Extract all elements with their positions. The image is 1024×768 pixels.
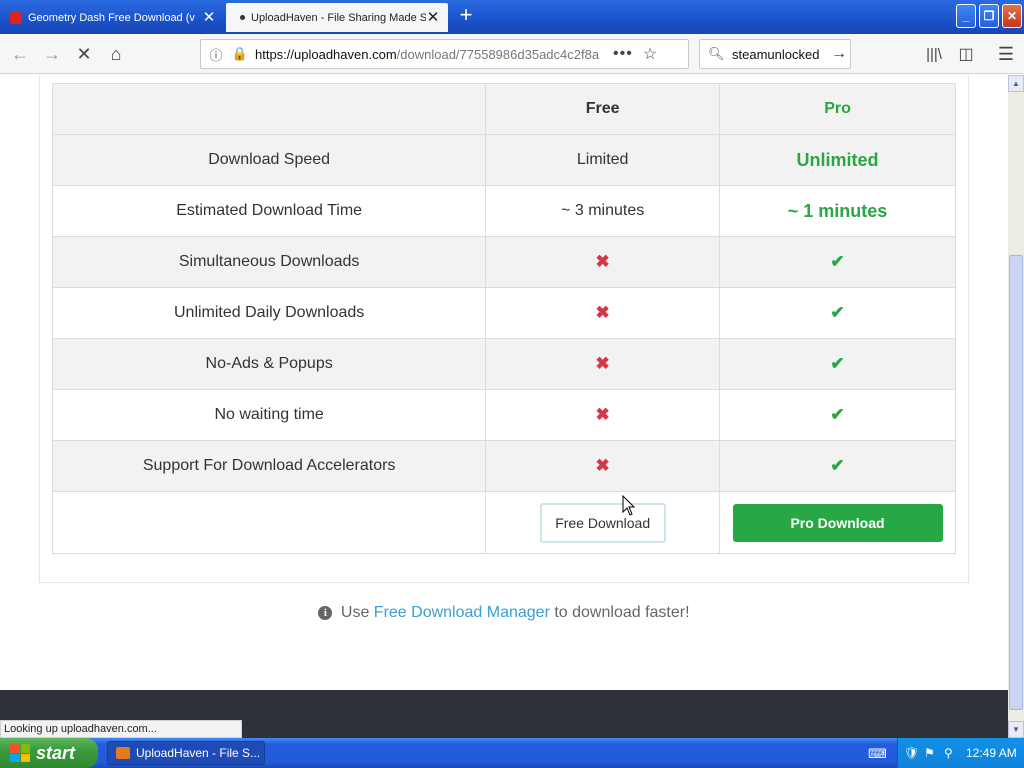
- clock: 12:49 AM: [966, 746, 1017, 760]
- search-input[interactable]: 🔍︎ steamunlocked →: [699, 39, 851, 69]
- maximize-window-button[interactable]: ❐: [979, 4, 999, 28]
- page-scrollbar[interactable]: ▲ ▼: [1008, 75, 1024, 738]
- check-icon: ✔: [719, 440, 956, 492]
- start-label: start: [36, 742, 76, 763]
- pdf-favicon-icon: [10, 11, 22, 24]
- start-button[interactable]: start: [0, 738, 98, 768]
- pro-value: Unlimited: [719, 134, 956, 186]
- header-free: Free: [485, 83, 721, 135]
- lock-icon[interactable]: 🔒: [231, 46, 249, 62]
- table-row: Download Speed Limited Unlimited: [51, 134, 956, 186]
- bookmark-star-icon[interactable]: ☆: [643, 44, 657, 64]
- table-row: Simultaneous Downloads ✖ ✔: [51, 236, 956, 288]
- page-content: Free Pro Download Speed Limited Unlimite…: [0, 75, 1008, 690]
- tab-geometry-dash[interactable]: Geometry Dash Free Download (v ✕: [2, 3, 224, 32]
- check-icon: ✔: [719, 338, 956, 390]
- search-tray-icon[interactable]: ⚲: [944, 746, 958, 760]
- free-download-manager-link[interactable]: Free Download Manager: [374, 604, 550, 621]
- pro-value: ~ 1 minutes: [719, 185, 956, 237]
- close-tab-icon[interactable]: ✕: [202, 10, 216, 25]
- table-header-row: Free Pro: [51, 83, 956, 135]
- feature-label: Simultaneous Downloads: [51, 236, 487, 288]
- home-icon[interactable]: ⌂: [102, 40, 130, 68]
- free-download-button[interactable]: Free Download: [539, 502, 666, 543]
- library-icon[interactable]: |||\: [920, 40, 948, 68]
- scroll-thumb[interactable]: [1009, 255, 1023, 710]
- url-text[interactable]: https://uploadhaven.com/download/7755898…: [255, 47, 605, 62]
- forward-arrow-icon[interactable]: →: [38, 40, 66, 68]
- status-bar-text: Looking up uploadhaven.com...: [0, 720, 242, 738]
- address-bar[interactable]: ⓘ 🔒 https://uploadhaven.com/download/775…: [200, 39, 689, 69]
- table-row: Estimated Download Time ~ 3 minutes ~ 1 …: [51, 185, 956, 237]
- check-icon: ✔: [719, 389, 956, 441]
- close-tab-icon[interactable]: ✕: [426, 10, 440, 25]
- note-prefix: Use: [340, 604, 370, 621]
- close-window-button[interactable]: ✕: [1002, 4, 1022, 28]
- new-tab-plus-icon[interactable]: +: [455, 4, 477, 28]
- navigation-toolbar: ← → ✕ ⌂ ⓘ 🔒 https://uploadhaven.com/down…: [0, 34, 1024, 74]
- feature-label: Estimated Download Time: [51, 185, 487, 237]
- taskbar-window-button[interactable]: UploadHaven - File S...: [107, 741, 265, 765]
- search-icon: 🔍︎: [708, 46, 725, 61]
- scroll-up-arrow-icon[interactable]: ▲: [1008, 75, 1024, 92]
- feature-label: Download Speed: [51, 134, 487, 186]
- hamburger-menu-icon[interactable]: ☰: [992, 40, 1020, 68]
- empty-cell: [51, 491, 487, 554]
- table-row: No waiting time ✖ ✔: [51, 389, 956, 441]
- tab-label: UploadHaven - File Sharing Made S: [251, 11, 426, 24]
- loading-dot-icon: [240, 15, 245, 20]
- tab-uploadhaven[interactable]: UploadHaven - File Sharing Made S ✕: [226, 3, 448, 32]
- system-tray: 🛡 ⚑ ⚲ 12:49 AM: [897, 738, 1024, 768]
- free-download-cell: Free Download: [485, 491, 721, 554]
- windows-logo-icon: [10, 744, 30, 762]
- check-icon: ✔: [719, 236, 956, 288]
- stop-loading-icon[interactable]: ✕: [70, 40, 98, 68]
- windows-taskbar: start UploadHaven - File S... ⌨ 🛡 ⚑ ⚲ 12…: [0, 738, 1024, 768]
- feature-label: Support For Download Accelerators: [51, 440, 487, 492]
- header-pro: Pro: [719, 83, 956, 135]
- free-value: Limited: [485, 134, 721, 186]
- check-icon: ✔: [719, 287, 956, 339]
- note-suffix: to download faster!: [554, 604, 690, 621]
- table-row: No-Ads & Popups ✖ ✔: [51, 338, 956, 390]
- back-arrow-icon[interactable]: ←: [6, 40, 34, 68]
- cross-icon: ✖: [485, 236, 721, 288]
- taskbar-window-label: UploadHaven - File S...: [136, 746, 261, 760]
- header-empty-cell: [51, 83, 487, 135]
- cross-icon: ✖: [485, 338, 721, 390]
- page-actions-menu-icon[interactable]: •••: [613, 45, 633, 63]
- table-row: Support For Download Accelerators ✖ ✔: [51, 440, 956, 492]
- pro-download-button[interactable]: Pro Download: [732, 503, 943, 542]
- info-circle-icon: i: [318, 606, 333, 620]
- cross-icon: ✖: [485, 287, 721, 339]
- mouse-cursor-icon: [622, 495, 636, 516]
- pro-download-cell: Pro Download: [719, 491, 956, 554]
- plan-comparison-table: Free Pro Download Speed Limited Unlimite…: [51, 83, 956, 554]
- browser-tab-strip: Geometry Dash Free Download (v ✕ UploadH…: [0, 0, 1024, 34]
- search-go-arrow-icon[interactable]: →: [828, 45, 850, 63]
- info-icon[interactable]: ⓘ: [207, 45, 225, 64]
- scroll-down-arrow-icon[interactable]: ▼: [1008, 721, 1024, 738]
- download-manager-note: i Use Free Download Manager to download …: [0, 604, 1008, 622]
- firefox-icon: [116, 747, 130, 759]
- search-value[interactable]: steamunlocked: [732, 47, 828, 62]
- minimize-window-button[interactable]: _: [956, 4, 976, 28]
- free-value: ~ 3 minutes: [485, 185, 721, 237]
- cross-icon: ✖: [485, 440, 721, 492]
- table-row: Unlimited Daily Downloads ✖ ✔: [51, 287, 956, 339]
- download-buttons-row: Free Download Pro Download: [51, 491, 956, 554]
- feature-label: No-Ads & Popups: [51, 338, 487, 390]
- sidebar-toggle-icon[interactable]: ◫: [952, 40, 980, 68]
- network-icon[interactable]: ⚑: [924, 746, 938, 760]
- cross-icon: ✖: [485, 389, 721, 441]
- feature-label: No waiting time: [51, 389, 487, 441]
- feature-label: Unlimited Daily Downloads: [51, 287, 487, 339]
- tab-label: Geometry Dash Free Download (v: [28, 11, 195, 24]
- security-shield-icon[interactable]: 🛡: [904, 746, 919, 760]
- keyboard-icon[interactable]: ⌨: [868, 746, 887, 762]
